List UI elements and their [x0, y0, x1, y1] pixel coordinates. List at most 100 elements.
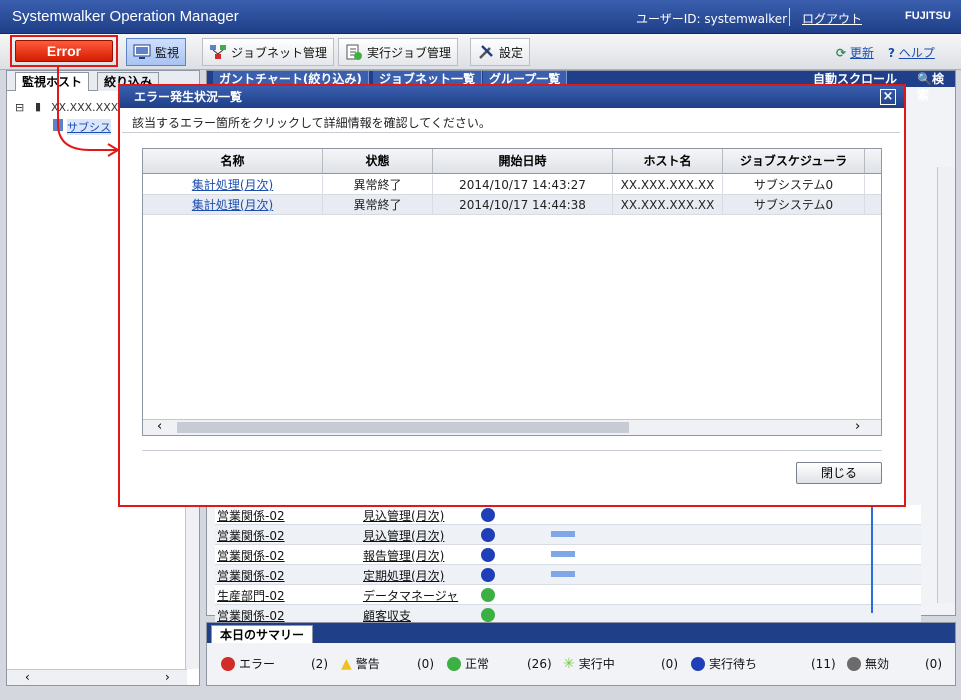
tab-jobnet-label: ジョブネット管理 [231, 45, 328, 60]
monitor-icon [133, 44, 151, 59]
waiting-status-icon [481, 568, 495, 582]
row-start-time: 2014/10/17 14:43:27 [433, 175, 613, 195]
waiting-status-icon [481, 528, 495, 542]
table-row[interactable]: 営業関係-02 見込管理(月次) [215, 505, 921, 525]
summary-running[interactable]: ✳ 実行中 [563, 655, 615, 672]
summary-warning[interactable]: ▲ 警告 [341, 655, 380, 672]
row-name-link[interactable]: 集計処理(月次) [143, 175, 323, 195]
help-link[interactable]: ? ヘルプ [888, 44, 935, 61]
help-label: ヘルプ [898, 46, 935, 60]
close-icon[interactable]: × [880, 89, 896, 105]
summary-waiting-label: 実行待ち [709, 657, 758, 671]
table-horizontal-scrollbar[interactable]: ‹ › [143, 419, 881, 435]
gantt-vertical-scrollbar[interactable] [937, 167, 955, 603]
scroll-left-icon[interactable]: ‹ [25, 670, 30, 684]
column-name[interactable]: 名称 [143, 149, 323, 173]
row-status: 異常終了 [323, 175, 433, 195]
running-jobs-icon [346, 44, 362, 60]
row-name-link[interactable]: 集計処理(月次) [143, 195, 323, 215]
group-cell[interactable]: 営業関係-02 [217, 567, 285, 584]
error-list-table: 名称 状態 開始日時 ホスト名 ジョブスケジューラ 集計処理(月次) 異常終了 … [142, 148, 882, 436]
jobnet-cell[interactable]: 見込管理(月次) [363, 527, 444, 544]
table-row[interactable]: 集計処理(月次) 異常終了 2014/10/17 14:44:38 XX.XXX… [143, 195, 881, 215]
close-button[interactable]: 閉じる [796, 462, 882, 484]
group-cell[interactable]: 営業関係-02 [217, 507, 285, 524]
summary-tab-bar: 本日のサマリー [207, 623, 955, 643]
tree-expander[interactable]: ⊟ [15, 101, 24, 114]
refresh-link[interactable]: ⟳ 更新 [836, 44, 874, 61]
column-status[interactable]: 状態 [323, 149, 433, 173]
tab-settings[interactable]: 設定 [470, 38, 531, 66]
row-status: 異常終了 [323, 195, 433, 215]
ok-status-icon [481, 608, 495, 622]
group-cell[interactable]: 営業関係-02 [217, 527, 285, 544]
spinner-icon: ✳ [563, 655, 575, 672]
row-host: XX.XXX.XXX.XX [613, 195, 723, 215]
title-separator [789, 8, 790, 26]
summary-normal[interactable]: 正常 [447, 655, 489, 672]
app-title: Systemwalker Operation Manager [12, 8, 239, 25]
summary-disabled[interactable]: 無効 [847, 655, 889, 672]
toolbar: Error 監視 ジョブネット管理 実行ジョブ管理 設定 ⟳ 更新 ? ヘルプ [0, 34, 961, 70]
waiting-status-icon [481, 508, 495, 522]
scroll-left-icon[interactable]: ‹ [157, 419, 162, 434]
column-scheduler[interactable]: ジョブスケジューラ [723, 149, 865, 173]
host-icon: ▮ [35, 100, 42, 113]
logout-link[interactable]: ログアウト [802, 10, 862, 27]
table-row[interactable]: 集計処理(月次) 異常終了 2014/10/17 14:43:27 XX.XXX… [143, 175, 881, 195]
error-button[interactable]: Error [15, 40, 113, 62]
current-time-line [871, 501, 873, 613]
error-highlight: Error [10, 35, 118, 67]
dialog-title: エラー発生状況一覧 [134, 90, 243, 104]
tools-icon [479, 45, 493, 59]
jobnet-cell[interactable]: データマネージャ [363, 587, 458, 604]
summary-error-label: エラー [239, 657, 276, 671]
summary-disabled-label: 無効 [865, 657, 890, 671]
brand-logo: FUJITSU [905, 10, 951, 22]
summary-running-count: (0) [661, 657, 678, 671]
jobnet-icon [210, 45, 226, 59]
title-bar: Systemwalker Operation Manager ユーザーID: s… [0, 0, 961, 34]
scroll-right-icon[interactable]: › [165, 670, 170, 684]
search-button[interactable]: 🔍検索 [911, 71, 955, 102]
row-start-time: 2014/10/17 14:44:38 [433, 195, 613, 215]
column-host[interactable]: ホスト名 [613, 149, 723, 173]
error-icon [221, 656, 235, 671]
summary-normal-count: (26) [527, 657, 552, 671]
summary-error[interactable]: エラー [221, 655, 275, 672]
tab-running-jobs[interactable]: 実行ジョブ管理 [338, 38, 459, 66]
table-row[interactable]: 営業関係-02 定期処理(月次) [215, 565, 921, 585]
jobnet-cell[interactable]: 報告管理(月次) [363, 547, 444, 564]
refresh-icon: ⟳ [836, 46, 847, 60]
table-header: 名称 状態 開始日時 ホスト名 ジョブスケジューラ [143, 149, 881, 174]
jobnet-cell[interactable]: 定期処理(月次) [363, 567, 444, 584]
tab-jobnet-management[interactable]: ジョブネット管理 [202, 38, 335, 66]
summary-waiting[interactable]: 実行待ち [691, 655, 757, 672]
jobnet-cell[interactable]: 見込管理(月次) [363, 507, 444, 524]
disabled-icon [847, 656, 861, 671]
tab-running-jobs-label: 実行ジョブ管理 [367, 45, 452, 60]
table-row[interactable]: 営業関係-02 見込管理(月次) [215, 525, 921, 545]
scroll-right-icon[interactable]: › [855, 419, 860, 434]
help-icon: ? [888, 46, 895, 60]
group-cell[interactable]: 生産部門-02 [217, 587, 285, 604]
tab-monitor-label: 監視 [155, 45, 180, 60]
dialog-footer-divider [142, 450, 882, 451]
gantt-bar [551, 531, 575, 537]
table-row[interactable]: 生産部門-02 データマネージャ [215, 585, 921, 605]
table-row[interactable]: 営業関係-02 報告管理(月次) [215, 545, 921, 565]
refresh-label: 更新 [849, 46, 874, 60]
summary-tab[interactable]: 本日のサマリー [211, 625, 314, 643]
dialog-divider [122, 132, 900, 133]
search-icon: 🔍 [917, 72, 932, 86]
summary-waiting-count: (11) [811, 657, 836, 671]
check-icon [447, 656, 461, 671]
scrollbar-thumb[interactable] [177, 422, 629, 433]
column-start-time[interactable]: 開始日時 [433, 149, 613, 173]
left-horizontal-scrollbar[interactable]: ‹ › [7, 669, 187, 685]
group-cell[interactable]: 営業関係-02 [217, 547, 285, 564]
gantt-bar [551, 551, 575, 557]
tab-settings-label: 設定 [499, 45, 524, 60]
tab-monitor[interactable]: 監視 [126, 38, 187, 66]
user-id: ユーザーID: systemwalker [636, 12, 788, 26]
